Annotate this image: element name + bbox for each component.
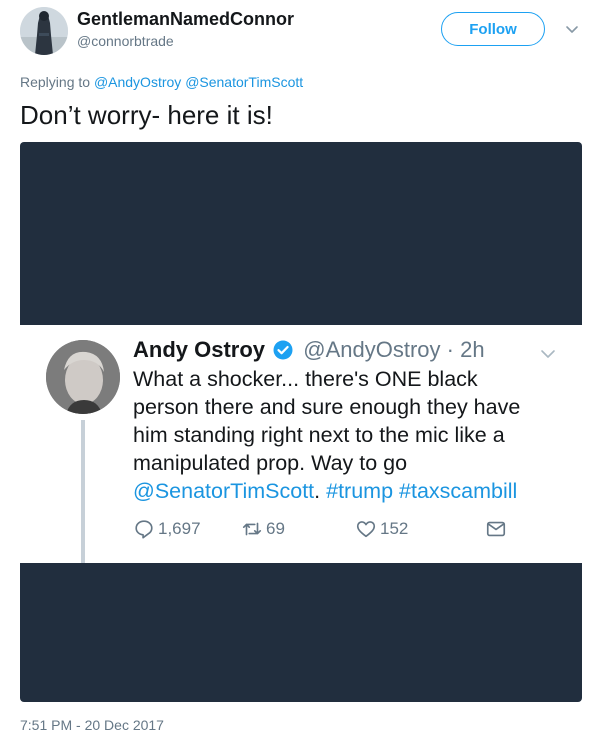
embedded-period: . xyxy=(314,479,321,503)
embedded-retweet-count: 69 xyxy=(266,519,285,538)
embedded-tweet-body: What a shocker... there's ONE black pers… xyxy=(133,365,573,505)
tweet-timestamp[interactable]: 7:51 PM - 20 Dec 2017 xyxy=(20,717,164,733)
reply-mention-senatortimscott[interactable]: @SenatorTimScott xyxy=(185,74,303,90)
verified-badge-icon xyxy=(273,340,293,360)
follow-button[interactable]: Follow xyxy=(441,12,545,46)
author-handle[interactable]: @connorbtrade xyxy=(77,33,174,49)
retweet-icon xyxy=(242,522,262,536)
embedded-tweet-header: Andy Ostroy @AndyOstroy · 2h xyxy=(133,337,485,363)
embedded-author-handle: @AndyOstroy xyxy=(303,337,441,362)
embedded-like-count: 152 xyxy=(380,519,409,538)
message-icon xyxy=(486,521,506,537)
embedded-hashtag-taxscambill: #taxscambill xyxy=(399,479,518,503)
tweet-text: Don’t worry- here it is! xyxy=(20,100,273,130)
embedded-avatar-image xyxy=(46,340,120,414)
embedded-like-action: 152 xyxy=(355,518,408,540)
replying-to-label: Replying to xyxy=(20,74,91,90)
embedded-text-line-4: manipulated prop. Way to go xyxy=(133,451,408,475)
embedded-author-name: Andy Ostroy xyxy=(133,337,266,362)
tweet-author-avatar[interactable] xyxy=(20,7,68,55)
embedded-reply-action: 1,697 xyxy=(133,518,201,540)
embedded-separator: · xyxy=(446,337,454,362)
reply-mention-andyostroy[interactable]: @AndyOstroy xyxy=(94,74,181,90)
avatar-image xyxy=(20,7,68,55)
embedded-thread-line xyxy=(81,420,85,563)
chevron-down-icon[interactable] xyxy=(563,20,581,38)
embedded-mention-senatortimscott: @SenatorTimScott xyxy=(133,479,315,503)
like-icon xyxy=(356,521,376,538)
embedded-chevron-down-icon xyxy=(541,350,555,358)
reply-icon xyxy=(135,520,153,539)
embedded-tweet-card: Andy Ostroy @AndyOstroy · 2h What a shoc… xyxy=(20,325,582,563)
embedded-tweet-time: 2h xyxy=(460,337,485,362)
embedded-hashtag-trump: #trump xyxy=(326,479,394,503)
embedded-reply-count: 1,697 xyxy=(158,519,201,538)
author-display-name[interactable]: GentlemanNamedConnor xyxy=(77,9,294,30)
replying-to-line: Replying to @AndyOstroy @SenatorTimScott xyxy=(20,74,303,90)
embedded-message-action xyxy=(485,518,510,540)
embedded-text-line-1: What a shocker... there's ONE black xyxy=(133,367,478,391)
embedded-text-line-2: person there and sure enough they have xyxy=(133,395,521,419)
tweet-media-image[interactable]: Andy Ostroy @AndyOstroy · 2h What a shoc… xyxy=(20,142,582,702)
embedded-author-avatar xyxy=(46,340,120,414)
embedded-text-line-5: @SenatorTimScott. #trump #taxscambill xyxy=(133,477,573,505)
embedded-text-line-3: him standing right next to the mic like … xyxy=(133,423,505,447)
embedded-retweet-action: 69 xyxy=(241,518,285,540)
